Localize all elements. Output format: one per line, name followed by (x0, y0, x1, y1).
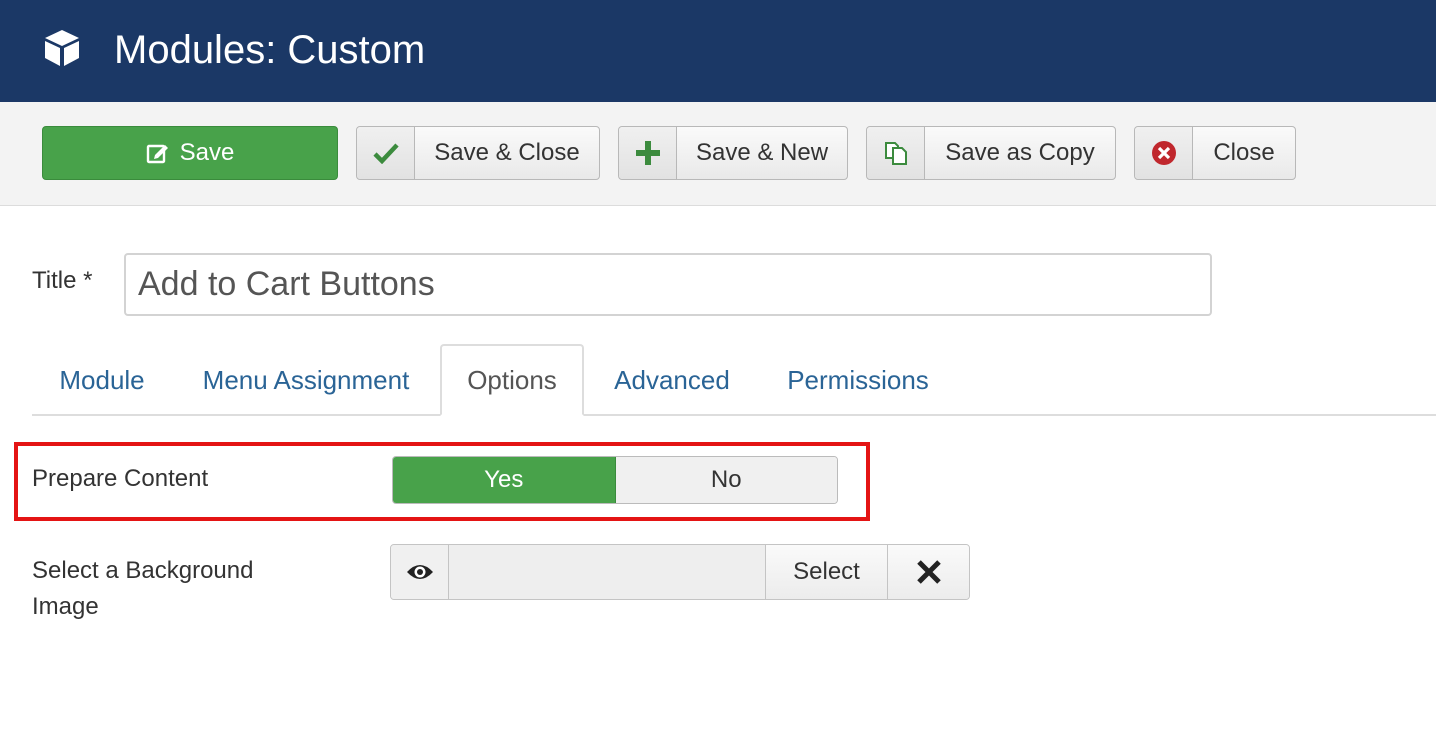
background-image-label: Select a Background Image (32, 553, 253, 625)
background-image-field: Select (390, 544, 970, 600)
save-button[interactable]: Save (42, 126, 338, 180)
close-label: Close (1213, 139, 1275, 166)
save-label: Save (179, 139, 235, 166)
tab-module[interactable]: Module (42, 344, 162, 416)
toggle-yes[interactable]: Yes (393, 457, 616, 503)
select-button[interactable]: Select (765, 545, 887, 599)
save-copy-label: Save as Copy (945, 139, 1095, 166)
save-new-button[interactable]: Save & New (618, 126, 848, 180)
x-icon (916, 560, 941, 584)
tab-bar: Module Menu Assignment Options Advanced … (32, 344, 1436, 416)
title-label: Title * (32, 267, 93, 294)
tab-options[interactable]: Options (440, 344, 584, 416)
toolbar: Save Save & Close Save & New Save as Cop… (0, 102, 1436, 206)
clear-button[interactable] (887, 545, 969, 599)
save-close-button[interactable]: Save & Close (356, 126, 600, 180)
tab-advanced[interactable]: Advanced (600, 344, 744, 416)
edit-icon (146, 144, 168, 164)
copy-icon (867, 127, 925, 179)
close-circle-icon (1135, 127, 1193, 179)
page-title: Modules: Custom (114, 28, 426, 72)
save-new-label: Save & New (695, 139, 829, 166)
plus-icon (619, 127, 677, 179)
page-header: Modules: Custom (0, 0, 1436, 102)
check-icon (357, 127, 415, 179)
eye-icon[interactable] (391, 545, 449, 599)
save-copy-button[interactable]: Save as Copy (866, 126, 1116, 180)
background-label-line1: Select a Background (32, 557, 254, 584)
tab-permissions[interactable]: Permissions (774, 344, 942, 416)
prepare-content-label: Prepare Content (32, 465, 209, 492)
close-button[interactable]: Close (1134, 126, 1296, 180)
toggle-no[interactable]: No (615, 457, 837, 503)
prepare-content-toggle: Yes No (392, 456, 838, 504)
background-label-line2: Image (32, 593, 99, 620)
background-image-path[interactable] (449, 545, 765, 599)
tab-menu-assignment[interactable]: Menu Assignment (190, 344, 422, 416)
title-input[interactable] (124, 253, 1212, 316)
save-close-label: Save & Close (434, 139, 580, 166)
cube-icon (45, 30, 79, 66)
